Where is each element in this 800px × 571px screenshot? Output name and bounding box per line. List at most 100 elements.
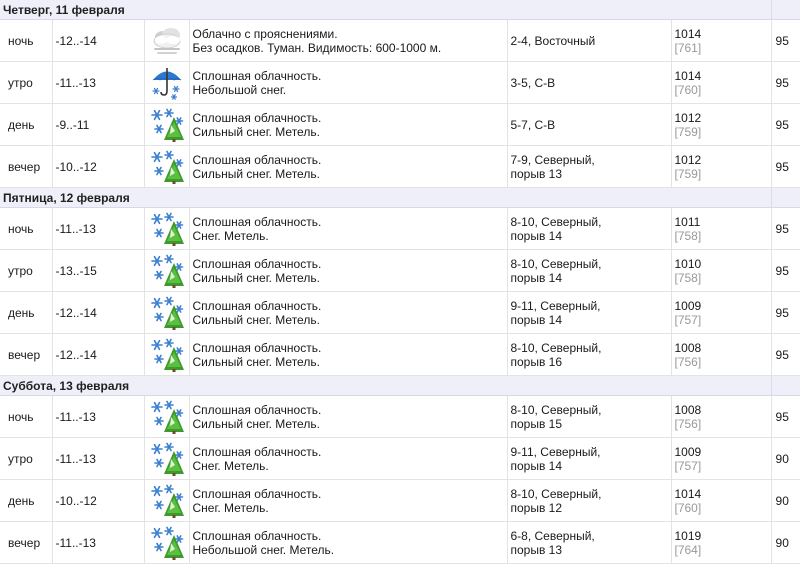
weather-description: Сплошная облачность. Сильный снег. Метел… — [189, 333, 508, 376]
pressure-hpa: 1009 — [674, 444, 702, 459]
forecast-row: утро -13..-15 Сплошная облачность. Сильн… — [0, 249, 800, 292]
weather-icon-cell — [144, 437, 190, 480]
wind-line-1: 2-4, Восточный — [510, 33, 596, 48]
forecast-row: вечер -10..-12 Сплошная облачность. Силь… — [0, 145, 800, 188]
humidity: 95 — [771, 19, 800, 62]
time-of-day: утро — [0, 437, 53, 480]
pressure-hpa: 1019 — [674, 528, 702, 543]
description-line-1: Сплошная облачность. — [192, 256, 322, 271]
wind: 3-5, С-В — [507, 61, 672, 104]
pressure-mmhg: [759] — [674, 124, 702, 139]
weather-description: Сплошная облачность. Сильный снег. Метел… — [189, 291, 508, 334]
pressure: 1009 [757] — [671, 291, 772, 334]
day-header-filler — [771, 375, 800, 396]
wind-line-1: 9-11, Северный, — [510, 444, 601, 459]
wind: 8-10, Северный, порыв 14 — [507, 207, 672, 250]
weather-description: Сплошная облачность. Снег. Метель. — [189, 479, 508, 522]
temperature: -12..-14 — [52, 291, 145, 334]
wind: 7-9, Северный, порыв 13 — [507, 145, 672, 188]
pressure: 1014 [760] — [671, 61, 772, 104]
description-line-2: Сильный снег. Метель. — [192, 270, 320, 285]
description-line-2: Сильный снег. Метель. — [192, 312, 320, 327]
weather-description: Сплошная облачность. Снег. Метель. — [189, 207, 508, 250]
temperature: -10..-12 — [52, 479, 145, 522]
humidity: 95 — [771, 395, 800, 438]
temperature: -11..-13 — [52, 207, 145, 250]
wind-line-1: 8-10, Северный, — [510, 486, 602, 501]
pressure: 1012 [759] — [671, 145, 772, 188]
humidity: 95 — [771, 207, 800, 250]
pressure-mmhg: [760] — [674, 82, 702, 97]
snow-blizzard-icon — [145, 253, 189, 289]
description-line-1: Сплошная облачность. — [192, 298, 322, 313]
wind: 8-10, Северный, порыв 16 — [507, 333, 672, 376]
wind: 2-4, Восточный — [507, 19, 672, 62]
pressure-hpa: 1010 — [674, 256, 702, 271]
forecast-table: Четверг, 11 февраля ночь -12..-14 Облачн… — [0, 0, 800, 564]
pressure: 1014 [760] — [671, 479, 772, 522]
pressure: 1014 [761] — [671, 19, 772, 62]
pressure: 1009 [757] — [671, 437, 772, 480]
wind: 6-8, Северный, порыв 13 — [507, 521, 672, 564]
humidity: 95 — [771, 333, 800, 376]
weather-icon-cell — [144, 479, 190, 522]
weather-description: Сплошная облачность. Снег. Метель. — [189, 437, 508, 480]
umbrella-snow-icon — [145, 65, 189, 101]
weather-description: Сплошная облачность. Сильный снег. Метел… — [189, 395, 508, 438]
weather-description: Сплошная облачность. Сильный снег. Метел… — [189, 103, 508, 146]
pressure-hpa: 1008 — [674, 402, 702, 417]
day-header: Четверг, 11 февраля — [0, 0, 800, 20]
pressure-mmhg: [756] — [674, 416, 702, 431]
temperature: -11..-13 — [52, 521, 145, 564]
pressure-mmhg: [757] — [674, 312, 702, 327]
description-line-2: Небольшой снег. Метель. — [192, 542, 335, 557]
snow-blizzard-icon — [145, 211, 189, 247]
snow-blizzard-icon — [145, 295, 189, 331]
day-title: Четверг, 11 февраля — [0, 0, 772, 20]
weather-icon-cell — [144, 207, 190, 250]
weather-description: Сплошная облачность. Сильный снег. Метел… — [189, 145, 508, 188]
description-line-1: Сплошная облачность. — [192, 340, 322, 355]
forecast-row: день -10..-12 Сплошная облачность. Снег.… — [0, 479, 800, 522]
pressure: 1008 [756] — [671, 333, 772, 376]
description-line-1: Сплошная облачность. — [192, 214, 322, 229]
description-line-2: Сильный снег. Метель. — [192, 124, 320, 139]
snow-blizzard-icon — [145, 483, 189, 519]
forecast-row: день -12..-14 Сплошная облачность. Сильн… — [0, 291, 800, 334]
wind-line-2: порыв 14 — [510, 270, 563, 285]
temperature: -11..-13 — [52, 437, 145, 480]
weather-icon-cell — [144, 395, 190, 438]
description-line-1: Сплошная облачность. — [192, 444, 322, 459]
description-line-1: Сплошная облачность. — [192, 110, 322, 125]
forecast-row: утро -11..-13 Сплошная облачность. Небол… — [0, 61, 800, 104]
temperature: -12..-14 — [52, 19, 145, 62]
description-line-2: Снег. Метель. — [192, 228, 269, 243]
weather-icon-cell — [144, 521, 190, 564]
temperature: -11..-13 — [52, 395, 145, 438]
pressure-hpa: 1008 — [674, 340, 702, 355]
day-title: Суббота, 13 февраля — [0, 375, 772, 396]
time-of-day: день — [0, 479, 53, 522]
time-of-day: ночь — [0, 207, 53, 250]
description-line-2: Снег. Метель. — [192, 458, 269, 473]
day-header-filler — [771, 0, 800, 20]
description-line-2: Сильный снег. Метель. — [192, 166, 320, 181]
pressure: 1012 [759] — [671, 103, 772, 146]
weather-description: Сплошная облачность. Небольшой снег. — [189, 61, 508, 104]
pressure-hpa: 1012 — [674, 152, 702, 167]
description-line-2: Небольшой снег. — [192, 82, 287, 97]
weather-icon-cell — [144, 61, 190, 104]
pressure-mmhg: [757] — [674, 458, 702, 473]
pressure-hpa: 1009 — [674, 298, 702, 313]
wind-line-1: 9-11, Северный, — [510, 298, 601, 313]
temperature: -12..-14 — [52, 333, 145, 376]
pressure-mmhg: [756] — [674, 354, 702, 369]
wind-line-1: 8-10, Северный, — [510, 340, 602, 355]
day-header-filler — [771, 187, 800, 208]
description-line-1: Сплошная облачность. — [192, 486, 322, 501]
wind: 9-11, Северный, порыв 14 — [507, 437, 672, 480]
description-line-2: Сильный снег. Метель. — [192, 354, 320, 369]
wind-line-1: 8-10, Северный, — [510, 214, 602, 229]
humidity: 95 — [771, 61, 800, 104]
day-title: Пятница, 12 февраля — [0, 187, 772, 208]
